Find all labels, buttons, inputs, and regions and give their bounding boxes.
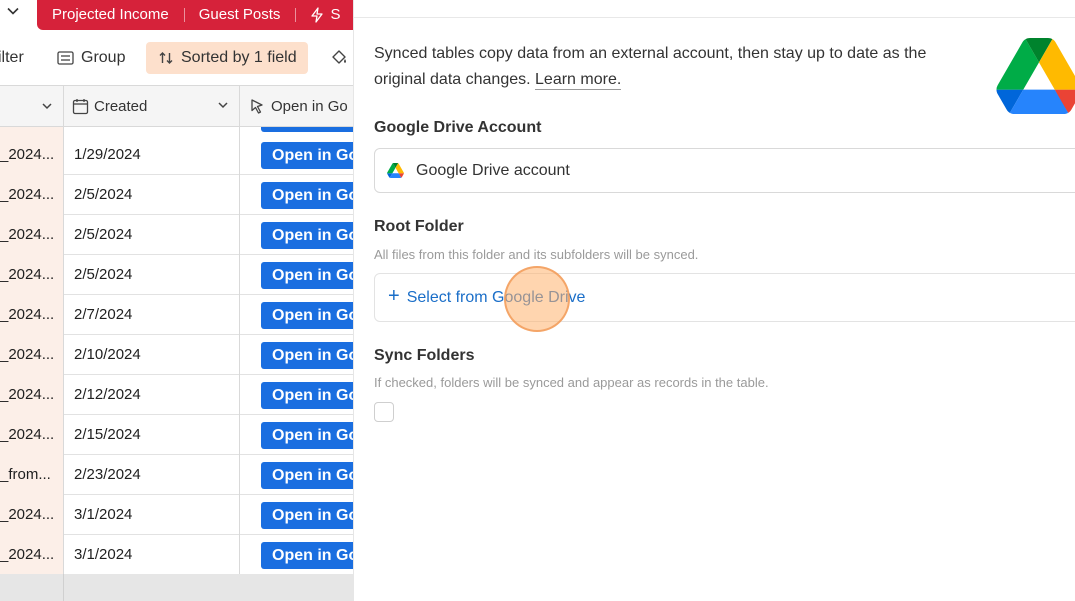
- open-in-google-drive-button[interactable]: Open in Go: [261, 262, 353, 289]
- row-name-cell[interactable]: _2024...: [0, 335, 64, 375]
- column-header-name[interactable]: [0, 86, 64, 126]
- chevron-down-icon[interactable]: [41, 100, 53, 112]
- row-created-cell[interactable]: 2/23/2024: [64, 455, 240, 495]
- row-created-cell[interactable]: 3/1/2024: [64, 495, 240, 535]
- color-button[interactable]: [330, 42, 348, 74]
- row-created-cell[interactable]: 2/7/2024: [64, 295, 240, 335]
- tab-projected-income[interactable]: Projected Income: [37, 0, 184, 30]
- cursor-icon: [251, 99, 263, 114]
- group-button[interactable]: Group: [57, 42, 125, 74]
- open-in-google-drive-button[interactable]: Open in Go: [261, 302, 353, 329]
- open-in-google-drive-button[interactable]: Open in Go: [261, 382, 353, 409]
- select-from-google-drive-label: Select from Google Drive: [406, 288, 586, 306]
- row-created-cell[interactable]: 1/29/2024: [64, 135, 240, 175]
- panel-divider: [354, 17, 1075, 18]
- bolt-icon: [311, 7, 324, 23]
- row-created-cell[interactable]: 3/1/2024: [64, 535, 240, 575]
- row-name-cell[interactable]: _2024...: [0, 495, 64, 535]
- row-name-cell[interactable]: _2024...: [0, 535, 64, 575]
- row-name-cell[interactable]: _2024...: [0, 135, 64, 175]
- table-row[interactable]: _2024... 1/29/2024 Open in Go: [0, 135, 353, 175]
- table-row[interactable]: _2024... 2/12/2024 Open in Go: [0, 375, 353, 415]
- calendar-icon: [72, 98, 89, 114]
- group-icon: [57, 51, 74, 65]
- open-in-google-drive-button[interactable]: Open in Go: [261, 542, 353, 569]
- select-from-google-drive-button[interactable]: + Select from Google Drive: [374, 273, 1075, 322]
- table-row[interactable]: _2024... 2/5/2024 Open in Go: [0, 255, 353, 295]
- filter-label: ilter: [0, 49, 24, 66]
- row-name-cell[interactable]: _2024...: [0, 215, 64, 255]
- chevron-down-icon[interactable]: [6, 4, 20, 18]
- row-name-cell[interactable]: _2024...: [0, 255, 64, 295]
- table-row[interactable]: _2024... 2/7/2024 Open in Go: [0, 295, 353, 335]
- row-name-cell[interactable]: _2024...: [0, 295, 64, 335]
- row-name-cell[interactable]: _from...: [0, 455, 64, 495]
- table-tab-bar: Projected Income Guest Posts S: [0, 0, 353, 30]
- row-created-cell[interactable]: 2/5/2024: [64, 255, 240, 295]
- row-created-cell[interactable]: 2/12/2024: [64, 375, 240, 415]
- paint-bucket-icon: [332, 50, 346, 64]
- row-created-cell[interactable]: 2/5/2024: [64, 215, 240, 255]
- open-in-google-drive-button[interactable]: Open in Go: [261, 342, 353, 369]
- open-in-google-drive-button[interactable]: Open in Go: [261, 182, 353, 209]
- table-row[interactable]: _from... 2/23/2024 Open in Go: [0, 455, 353, 495]
- row-created-cell[interactable]: 2/10/2024: [64, 335, 240, 375]
- tab-extension-label: S: [330, 6, 341, 23]
- tab-strip: Projected Income Guest Posts S: [37, 0, 353, 30]
- account-label: Google Drive Account: [374, 119, 542, 136]
- view-toolbar: ilter Group Sorted by 1 field: [0, 30, 353, 86]
- root-folder-label: Root Folder: [374, 218, 464, 235]
- sort-arrows-icon: [159, 52, 173, 64]
- tab-extension[interactable]: S: [295, 0, 353, 30]
- sync-description-text: Synced tables copy data from an external…: [374, 45, 927, 88]
- sort-button[interactable]: Sorted by 1 field: [146, 42, 308, 74]
- open-in-google-drive-button[interactable]: Open in Go: [261, 142, 353, 169]
- google-drive-icon: [996, 38, 1075, 114]
- table-footer: [0, 574, 353, 601]
- row-name-cell[interactable]: _2024...: [0, 415, 64, 455]
- sync-description: Synced tables copy data from an external…: [374, 41, 964, 93]
- open-in-google-drive-button[interactable]: Open in Go: [261, 462, 353, 489]
- sync-settings-panel: Synced tables copy data from an external…: [353, 0, 1075, 601]
- filter-button[interactable]: ilter: [0, 42, 24, 74]
- account-value: Google Drive account: [416, 161, 570, 179]
- table-header-row: Created Open in Go: [0, 86, 353, 127]
- row-created-cell[interactable]: 2/15/2024: [64, 415, 240, 455]
- row-name-cell[interactable]: _2024...: [0, 175, 64, 215]
- table-row-partial: [0, 127, 353, 135]
- column-header-created[interactable]: Created: [64, 86, 240, 126]
- plus-icon: +: [388, 285, 400, 307]
- sync-folders-label: Sync Folders: [374, 347, 475, 364]
- row-created-cell[interactable]: 2/5/2024: [64, 175, 240, 215]
- open-in-google-drive-button[interactable]: Open in Go: [261, 222, 353, 249]
- sync-folders-checkbox[interactable]: [374, 402, 394, 422]
- table-row[interactable]: _2024... 3/1/2024 Open in Go: [0, 535, 353, 575]
- table-view: Projected Income Guest Posts S ilter Gro…: [0, 0, 353, 601]
- open-in-google-drive-button[interactable]: Open in Go: [261, 502, 353, 529]
- table-row[interactable]: _2024... 2/5/2024 Open in Go: [0, 175, 353, 215]
- table-row[interactable]: _2024... 3/1/2024 Open in Go: [0, 495, 353, 535]
- sort-label: Sorted by 1 field: [181, 49, 297, 66]
- column-header-open-label: Open in Go: [271, 97, 348, 115]
- sync-folders-help: If checked, folders will be synced and a…: [374, 375, 769, 390]
- account-select[interactable]: Google Drive account: [374, 148, 1075, 193]
- table-row[interactable]: _2024... 2/15/2024 Open in Go: [0, 415, 353, 455]
- learn-more-link[interactable]: Learn more.: [535, 71, 622, 90]
- column-header-created-label: Created: [94, 97, 148, 115]
- tab-guest-posts[interactable]: Guest Posts: [183, 0, 296, 30]
- table-row[interactable]: _2024... 2/5/2024 Open in Go: [0, 215, 353, 255]
- table-row[interactable]: _2024... 2/10/2024 Open in Go: [0, 335, 353, 375]
- root-folder-help: All files from this folder and its subfo…: [374, 247, 699, 262]
- group-label: Group: [81, 49, 126, 66]
- open-in-google-drive-button[interactable]: Open in Go: [261, 422, 353, 449]
- google-drive-icon: [387, 163, 404, 178]
- row-name-cell[interactable]: _2024...: [0, 375, 64, 415]
- chevron-down-icon[interactable]: [217, 99, 229, 111]
- column-header-open[interactable]: Open in Go: [240, 86, 353, 126]
